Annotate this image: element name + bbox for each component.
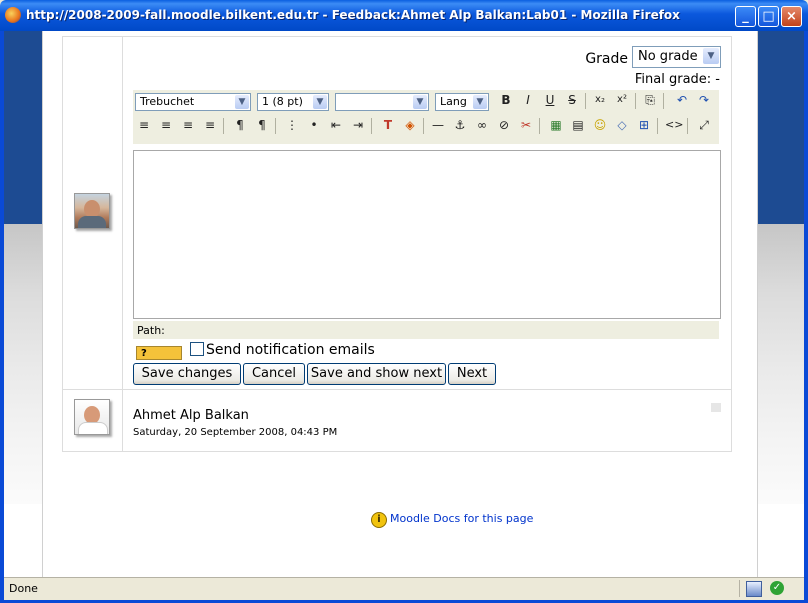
lang-select[interactable]: Lang ▼ bbox=[435, 93, 489, 111]
underline-button[interactable]: U bbox=[541, 91, 559, 109]
insert-image-icon[interactable]: ▦ bbox=[547, 116, 565, 134]
ordered-list-icon[interactable]: ⋮ bbox=[283, 116, 301, 134]
toolbar-separator bbox=[687, 118, 688, 134]
toolbar-separator bbox=[223, 118, 224, 134]
anchor-icon[interactable]: ⚓ bbox=[451, 116, 469, 134]
chevron-down-icon: ▼ bbox=[235, 95, 249, 109]
path-label: Path: bbox=[137, 324, 165, 337]
nolink-icon[interactable]: ✂ bbox=[517, 116, 535, 134]
final-grade: Final grade: - bbox=[634, 72, 720, 87]
chevron-down-icon: ▼ bbox=[313, 95, 327, 109]
status-text: Done bbox=[9, 582, 38, 595]
font-size-select[interactable]: 1 (8 pt) ▼ bbox=[257, 93, 329, 111]
page-info-icon[interactable] bbox=[746, 581, 762, 597]
page-content: Grade No grade ▼ Final grade: - Trebuche… bbox=[42, 31, 758, 577]
toolbar-separator bbox=[635, 93, 636, 109]
browser-statusbar: Done ✓ bbox=[4, 577, 804, 600]
status-icons: ✓ bbox=[739, 580, 800, 597]
send-notification-checkbox[interactable] bbox=[190, 342, 204, 356]
link-icon[interactable]: ∞ bbox=[473, 116, 491, 134]
heading-select[interactable]: ▼ bbox=[335, 93, 429, 111]
font-family-select[interactable]: Trebuchet ▼ bbox=[135, 93, 251, 111]
chevron-down-icon: ▼ bbox=[413, 95, 427, 109]
status-indicator bbox=[711, 403, 721, 412]
toolbar-separator bbox=[371, 118, 372, 134]
font-family-value: Trebuchet bbox=[140, 95, 195, 108]
align-right-icon[interactable]: ≡ bbox=[179, 116, 197, 134]
save-changes-button[interactable]: Save changes bbox=[133, 363, 241, 385]
student-avatar[interactable] bbox=[74, 399, 110, 435]
horizontal-rule-icon[interactable]: — bbox=[429, 116, 447, 134]
grade-label: Grade bbox=[585, 51, 628, 67]
window-titlebar: http://2008-2009-fall.moodle.bilkent.edu… bbox=[0, 0, 808, 31]
outdent-icon[interactable]: ⇤ bbox=[327, 116, 345, 134]
moodle-docs-link[interactable]: Moodle Docs for this page bbox=[390, 512, 533, 525]
chevron-down-icon: ▼ bbox=[703, 48, 719, 64]
editor-path-bar: Path: bbox=[133, 321, 719, 339]
page-viewport: Grade No grade ▼ Final grade: - Trebuche… bbox=[4, 31, 804, 577]
maximize-button[interactable]: □ bbox=[758, 6, 779, 27]
toolbar-separator bbox=[663, 93, 664, 109]
unlink-icon[interactable]: ⊘ bbox=[495, 116, 513, 134]
toolbar-separator bbox=[275, 118, 276, 134]
feedback-table: Grade No grade ▼ Final grade: - Trebuche… bbox=[62, 36, 732, 452]
send-notification-label: Send notification emails bbox=[206, 342, 375, 358]
save-and-show-next-button[interactable]: Save and show next bbox=[307, 363, 446, 385]
superscript-button[interactable]: x² bbox=[613, 91, 631, 109]
window-frame-right bbox=[804, 31, 808, 603]
grade-select[interactable]: No grade ▼ bbox=[632, 46, 721, 68]
teacher-avatar bbox=[74, 193, 110, 229]
rtl-icon[interactable]: ¶ bbox=[253, 116, 271, 134]
lang-value: Lang bbox=[440, 95, 467, 108]
subscript-button[interactable]: x₂ bbox=[591, 91, 609, 109]
special-char-icon[interactable]: ◇ bbox=[613, 116, 631, 134]
toolbar-separator bbox=[539, 118, 540, 134]
align-left-icon[interactable]: ≡ bbox=[135, 116, 153, 134]
undo-icon[interactable]: ↶ bbox=[673, 91, 691, 109]
italic-button[interactable]: I bbox=[519, 91, 537, 109]
firefox-icon bbox=[5, 7, 21, 23]
smiley-icon[interactable]: ☺ bbox=[591, 116, 609, 134]
redo-icon[interactable]: ↷ bbox=[695, 91, 713, 109]
unordered-list-icon[interactable]: • bbox=[305, 116, 323, 134]
toolbar-separator bbox=[657, 118, 658, 134]
font-size-value: 1 (8 pt) bbox=[262, 95, 303, 108]
cancel-button[interactable]: Cancel bbox=[243, 363, 305, 385]
editor-toolbar: Trebuchet ▼ 1 (8 pt) ▼ ▼ Lang ▼ B I U S … bbox=[133, 90, 719, 144]
chevron-down-icon: ▼ bbox=[473, 95, 487, 109]
student-name: Ahmet Alp Balkan bbox=[133, 408, 249, 423]
close-button[interactable]: × bbox=[781, 6, 802, 27]
align-center-icon[interactable]: ≡ bbox=[157, 116, 175, 134]
toolbar-separator bbox=[423, 118, 424, 134]
paste-word-icon[interactable]: ⎘ bbox=[641, 91, 659, 109]
html-source-icon[interactable]: <> bbox=[665, 116, 683, 134]
ltr-icon[interactable]: ¶ bbox=[231, 116, 249, 134]
row-divider bbox=[63, 389, 731, 390]
feedback-editor[interactable] bbox=[133, 150, 721, 319]
bold-button[interactable]: B bbox=[497, 91, 515, 109]
search-replace-icon[interactable]: ⊞ bbox=[635, 116, 653, 134]
keyboard-help-icon[interactable]: ? bbox=[136, 346, 182, 360]
align-justify-icon[interactable]: ≡ bbox=[201, 116, 219, 134]
window-title: http://2008-2009-fall.moodle.bilkent.edu… bbox=[26, 8, 680, 22]
background-color-icon[interactable]: ◈ bbox=[401, 116, 419, 134]
text-color-icon[interactable]: T bbox=[379, 116, 397, 134]
grade-select-value: No grade bbox=[638, 49, 698, 64]
minimize-button[interactable]: _ bbox=[735, 6, 756, 27]
security-check-icon[interactable]: ✓ bbox=[770, 581, 784, 595]
indent-icon[interactable]: ⇥ bbox=[349, 116, 367, 134]
next-button[interactable]: Next bbox=[448, 363, 496, 385]
submission-date: Saturday, 20 September 2008, 04:43 PM bbox=[133, 427, 338, 438]
toolbar-separator bbox=[585, 93, 586, 109]
strikethrough-button[interactable]: S bbox=[563, 91, 581, 109]
insert-table-icon[interactable]: ▤ bbox=[569, 116, 587, 134]
info-icon: i bbox=[371, 512, 387, 528]
fullscreen-icon[interactable]: ⤢ bbox=[695, 116, 713, 134]
